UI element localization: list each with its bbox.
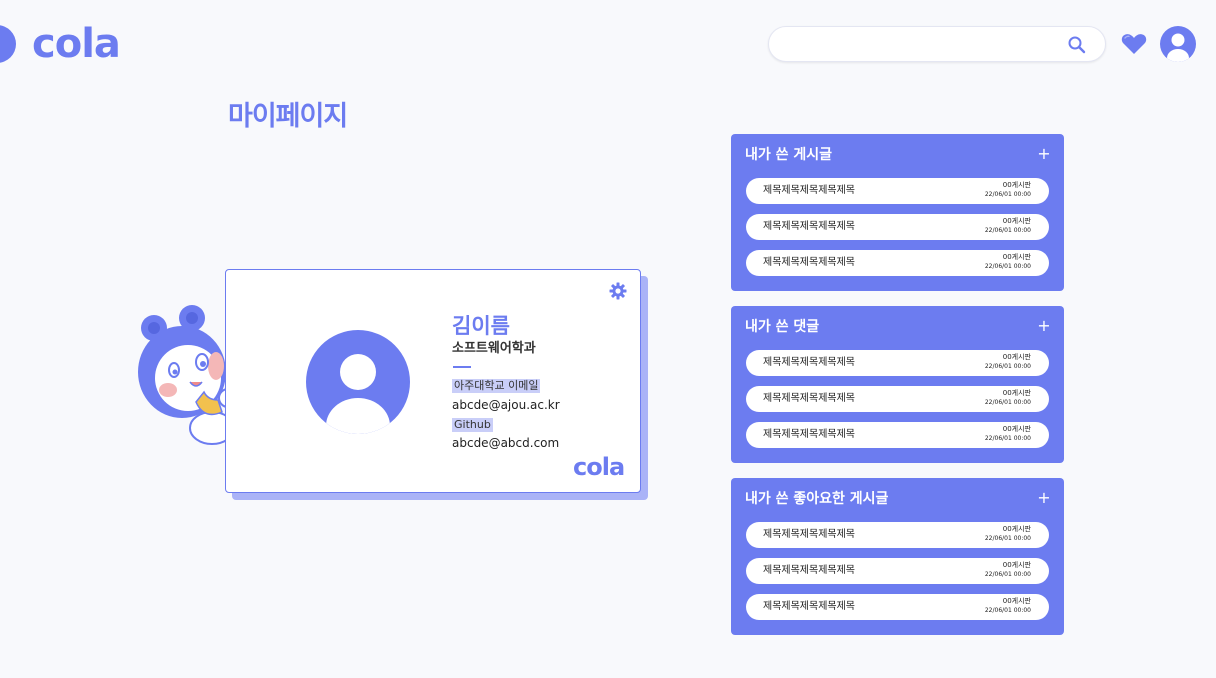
post-board: 00게시판	[1002, 389, 1031, 397]
post-board: 00게시판	[1002, 181, 1031, 189]
panel-my-comments: 내가 쓴 댓글 + 제목제목제목제목제목 00게시판 22/06/01 00:0…	[731, 306, 1064, 463]
list-item[interactable]: 제목제목제목제목제목 00게시판 22/06/01 00:00	[746, 558, 1049, 584]
divider	[453, 366, 471, 368]
list-item[interactable]: 제목제목제목제목제목 00게시판 22/06/01 00:00	[746, 386, 1049, 412]
github-label: Github	[452, 418, 493, 432]
post-date: 22/06/01 00:00	[984, 607, 1031, 614]
panel-title: 내가 쓴 댓글	[745, 319, 820, 335]
profile-name: 김이름	[452, 314, 510, 338]
user-avatar-button[interactable]	[1160, 26, 1196, 62]
user-icon	[1167, 33, 1189, 62]
post-title: 제목제목제목제목제목	[763, 393, 855, 404]
post-board: 00게시판	[1002, 217, 1031, 225]
list-item[interactable]: 제목제목제목제목제목 00게시판 22/06/01 00:00	[746, 350, 1049, 376]
post-title: 제목제목제목제목제목	[763, 357, 855, 368]
post-board: 00게시판	[1002, 353, 1031, 361]
list-item[interactable]: 제목제목제목제목제목 00게시판 22/06/01 00:00	[746, 522, 1049, 548]
profile-card: 김이름 소프트웨어학과 아주대학교 이메일 abcde@ajou.ac.kr G…	[225, 269, 641, 493]
post-title: 제목제목제목제목제목	[763, 257, 855, 268]
post-date: 22/06/01 00:00	[984, 191, 1031, 198]
post-title: 제목제목제목제목제목	[763, 529, 855, 540]
profile-department: 소프트웨어학과	[452, 341, 536, 356]
post-date: 22/06/01 00:00	[984, 535, 1031, 542]
panel-my-posts: 내가 쓴 게시글 + 제목제목제목제목제목 00게시판 22/06/01 00:…	[731, 134, 1064, 291]
gear-icon[interactable]	[609, 282, 627, 300]
panel-title: 내가 쓴 게시글	[745, 147, 833, 163]
post-title: 제목제목제목제목제목	[763, 601, 855, 612]
post-board: 00게시판	[1002, 525, 1031, 533]
post-date: 22/06/01 00:00	[984, 227, 1031, 234]
post-date: 22/06/01 00:00	[984, 263, 1031, 270]
panel-liked-posts: 내가 쓴 좋아요한 게시글 + 제목제목제목제목제목 00게시판 22/06/0…	[731, 478, 1064, 635]
list-item[interactable]: 제목제목제목제목제목 00게시판 22/06/01 00:00	[746, 214, 1049, 240]
post-board: 00게시판	[1002, 597, 1031, 605]
post-date: 22/06/01 00:00	[984, 399, 1031, 406]
post-board: 00게시판	[1002, 425, 1031, 433]
page-title: 마이페이지	[228, 101, 348, 132]
post-date: 22/06/01 00:00	[984, 435, 1031, 442]
post-board: 00게시판	[1002, 253, 1031, 261]
mypage-root: cola 마이페이지 김이름 소프트웨어학과 아주대학교 이메일 abcde@a…	[0, 0, 1216, 678]
search-input[interactable]	[783, 33, 1063, 57]
card-logo: cola	[573, 453, 625, 481]
search-icon[interactable]	[1067, 35, 1087, 55]
user-icon	[326, 354, 390, 434]
post-date: 22/06/01 00:00	[984, 363, 1031, 370]
post-title: 제목제목제목제목제목	[763, 429, 855, 440]
search-bar[interactable]	[768, 26, 1106, 62]
post-title: 제목제목제목제목제목	[763, 565, 855, 576]
panel-title: 내가 쓴 좋아요한 게시글	[745, 491, 889, 507]
github-value: abcde@abcd.com	[452, 436, 560, 450]
list-item[interactable]: 제목제목제목제목제목 00게시판 22/06/01 00:00	[746, 594, 1049, 620]
email-label: 아주대학교 이메일	[452, 379, 541, 393]
post-title: 제목제목제목제목제목	[763, 185, 855, 196]
add-button[interactable]: +	[1036, 316, 1052, 336]
logo-mark[interactable]	[0, 25, 16, 63]
profile-avatar	[306, 330, 410, 434]
heart-icon[interactable]	[1121, 33, 1147, 55]
list-item[interactable]: 제목제목제목제목제목 00게시판 22/06/01 00:00	[746, 422, 1049, 448]
email-value: abcde@ajou.ac.kr	[452, 398, 560, 412]
add-button[interactable]: +	[1036, 144, 1052, 164]
post-date: 22/06/01 00:00	[984, 571, 1031, 578]
post-board: 00게시판	[1002, 561, 1031, 569]
list-item[interactable]: 제목제목제목제목제목 00게시판 22/06/01 00:00	[746, 178, 1049, 204]
add-button[interactable]: +	[1036, 488, 1052, 508]
list-item[interactable]: 제목제목제목제목제목 00게시판 22/06/01 00:00	[746, 250, 1049, 276]
post-title: 제목제목제목제목제목	[763, 221, 855, 232]
logo[interactable]: cola	[32, 20, 121, 68]
